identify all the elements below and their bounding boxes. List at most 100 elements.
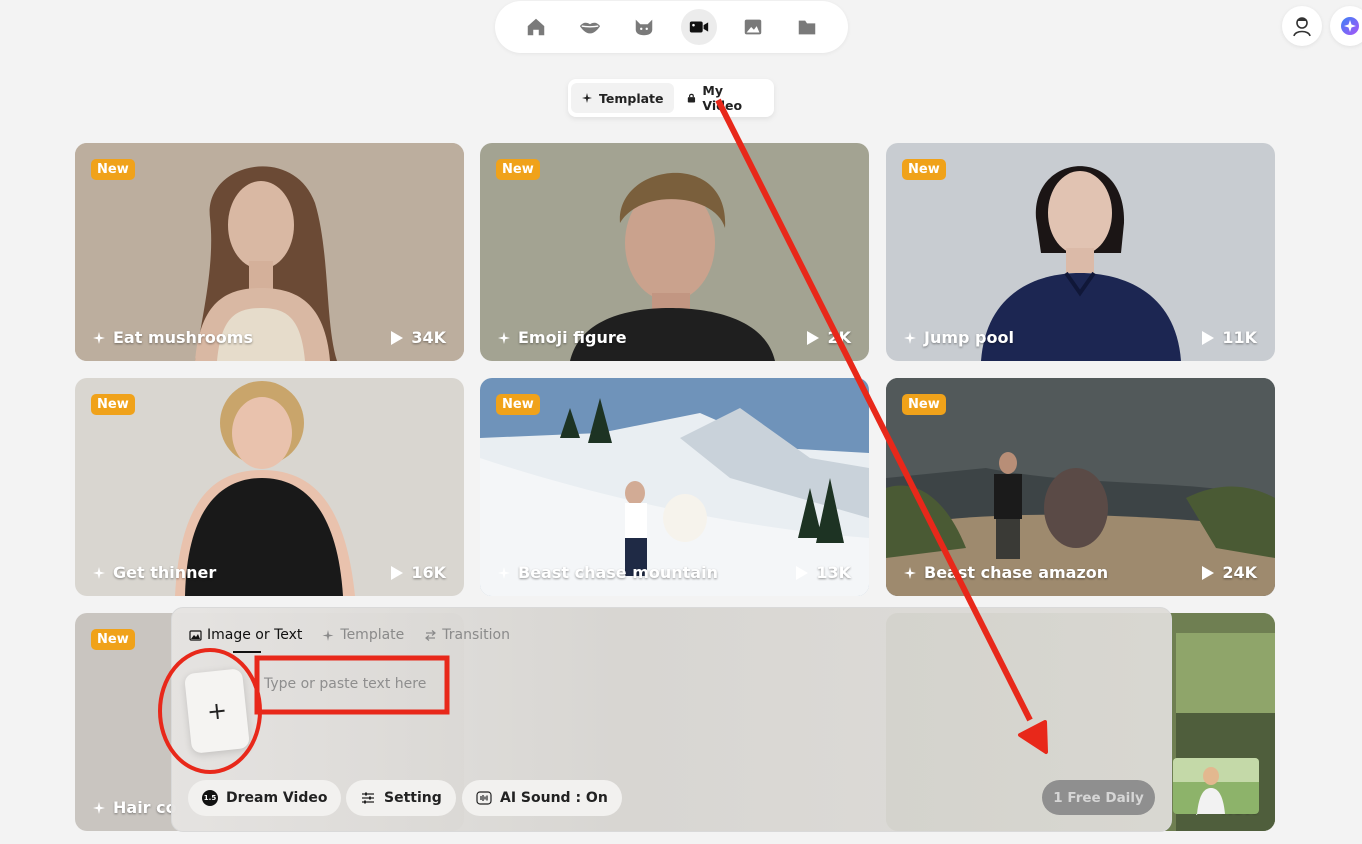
setting-button[interactable]: Setting — [346, 780, 456, 816]
tab-my-video-label: My Video — [702, 83, 743, 113]
view-count: 24K — [1222, 563, 1257, 582]
top-nav — [495, 1, 848, 53]
view-count: 13K — [816, 563, 851, 582]
preview-thumbnail[interactable] — [1173, 758, 1259, 814]
sound-wave-icon — [476, 791, 492, 805]
tab-template-label: Template — [599, 90, 664, 106]
tab-label: Image or Text — [207, 627, 303, 643]
video-composer: Image or Text Template Transition + Type… — [171, 607, 1172, 832]
card-title: Get thinner — [93, 563, 216, 582]
nav-lips[interactable] — [572, 9, 608, 45]
profile-button[interactable] — [1282, 6, 1322, 46]
sparkle-icon — [904, 566, 916, 579]
transition-icon — [425, 629, 437, 641]
ai-sound-toggle[interactable]: AI Sound : On — [462, 780, 622, 816]
view-count: 34K — [411, 328, 446, 347]
model-select-button[interactable]: 1.5 Dream Video — [188, 780, 342, 816]
play-icon — [807, 330, 820, 345]
composer-tabs: Image or Text Template Transition — [189, 627, 510, 643]
new-badge: New — [902, 394, 946, 415]
sparkle-icon — [582, 93, 592, 103]
sparkle-icon — [93, 331, 105, 344]
card-views: 16K — [391, 563, 446, 582]
new-badge: New — [496, 159, 540, 180]
card-views: 11K — [1202, 328, 1257, 347]
sparkle-icon — [322, 629, 334, 641]
template-card[interactable]: New Get thinner 16K — [75, 378, 464, 596]
setting-label: Setting — [384, 790, 442, 806]
view-count: 2K — [827, 328, 851, 347]
template-card[interactable]: New Beast chase amazon 24K — [886, 378, 1275, 596]
tab-my-video[interactable]: My Video — [676, 83, 772, 113]
play-icon — [1202, 565, 1215, 580]
nav-folder[interactable] — [789, 9, 825, 45]
upload-image-button[interactable]: + — [183, 668, 251, 754]
card-title: Eat mushrooms — [93, 328, 253, 347]
content-toggle: Template My Video — [568, 79, 774, 117]
lips-icon — [580, 22, 601, 34]
nav-home[interactable] — [518, 9, 554, 45]
card-views: 34K — [391, 328, 446, 347]
sparkle-icon — [498, 331, 510, 344]
new-badge: New — [902, 159, 946, 180]
sound-label: AI Sound : On — [500, 790, 608, 806]
sparkle-icon — [93, 566, 105, 579]
tab-template[interactable]: Template — [322, 627, 404, 643]
generate-button[interactable]: 1 Free Daily — [1042, 780, 1155, 815]
lock-icon — [687, 93, 695, 103]
tab-template[interactable]: Template — [571, 83, 674, 113]
image-icon — [189, 629, 202, 641]
card-views: 13K — [796, 563, 851, 582]
prompt-input[interactable]: Type or paste text here — [264, 676, 426, 692]
card-title: Hair co — [93, 798, 177, 817]
preview-image — [1173, 758, 1259, 814]
card-views: 24K — [1202, 563, 1257, 582]
nav-video[interactable] — [680, 9, 717, 45]
card-title-text: Get thinner — [113, 563, 217, 582]
sparkle-icon — [498, 566, 510, 579]
new-badge: New — [91, 629, 135, 650]
tab-image-or-text[interactable]: Image or Text — [189, 627, 302, 643]
template-card[interactable]: New Emoji figure 2K — [480, 143, 869, 361]
card-title-text: Hair co — [113, 798, 177, 817]
card-title: Emoji figure — [498, 328, 627, 347]
play-icon — [391, 565, 404, 580]
nav-image[interactable] — [735, 9, 771, 45]
card-title-text: Jump pool — [924, 328, 1014, 347]
image-icon — [744, 19, 761, 35]
card-title-text: Eat mushrooms — [113, 328, 253, 347]
card-title: Beast chase amazon — [904, 563, 1108, 582]
card-title: Jump pool — [904, 328, 1014, 347]
active-tab-indicator — [233, 651, 261, 653]
sparkle-icon — [904, 331, 916, 344]
home-icon — [527, 18, 545, 36]
folder-icon — [798, 20, 816, 35]
tab-transition[interactable]: Transition — [424, 627, 510, 643]
cat-icon — [636, 19, 653, 36]
new-badge: New — [496, 394, 540, 415]
play-icon — [391, 330, 404, 345]
play-icon — [1202, 330, 1215, 345]
video-camera-icon — [689, 21, 708, 33]
user-avatar-icon — [1293, 17, 1311, 37]
card-title-text: Beast chase mountain — [518, 563, 718, 582]
sparkle-icon — [1341, 17, 1359, 35]
play-icon — [796, 565, 809, 580]
tab-label: Template — [340, 627, 405, 643]
model-version-badge: 1.5 — [202, 790, 218, 806]
tab-label: Transition — [442, 627, 510, 643]
card-title-text: Emoji figure — [518, 328, 627, 347]
view-count: 11K — [1222, 328, 1257, 347]
card-title: Beast chase mountain — [498, 563, 718, 582]
template-card[interactable]: New Jump pool 11K — [886, 143, 1275, 361]
new-badge: New — [91, 394, 135, 415]
new-badge: New — [91, 159, 135, 180]
template-card[interactable]: New Beast chase mountain 13K — [480, 378, 869, 596]
card-title-text: Beast chase amazon — [924, 563, 1109, 582]
template-card[interactable]: New Eat mushrooms 34K — [75, 143, 464, 361]
model-label: Dream Video — [226, 790, 328, 806]
view-count: 16K — [411, 563, 446, 582]
sparkle-icon — [93, 801, 105, 814]
ai-assistant-button[interactable] — [1330, 6, 1362, 46]
nav-cat[interactable] — [626, 9, 662, 45]
